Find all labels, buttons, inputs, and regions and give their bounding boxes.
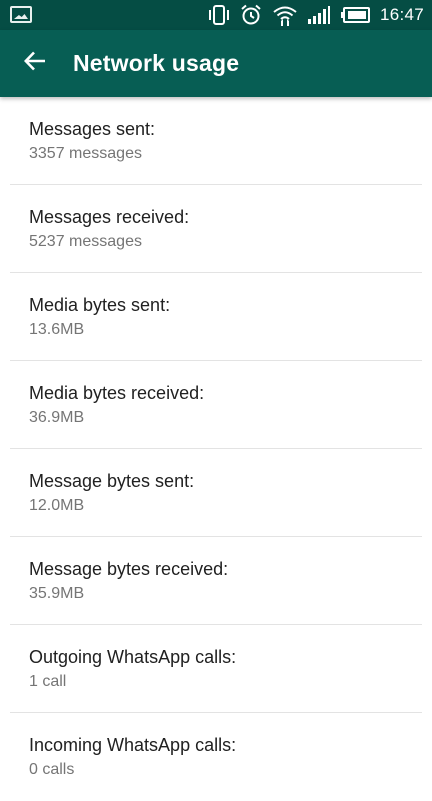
item-value: 5237 messages <box>29 233 142 250</box>
list-item-message-bytes-received: Message bytes received: 35.9MB <box>0 537 432 625</box>
list-item-media-bytes-received: Media bytes received: 36.9MB <box>0 361 432 449</box>
list-item-message-bytes-sent: Message bytes sent: 12.0MB <box>0 449 432 537</box>
clock: 16:47 <box>379 5 424 24</box>
signal-icon <box>307 6 330 24</box>
vibrate-icon <box>208 5 230 25</box>
item-value: 12.0MB <box>29 497 85 514</box>
list-item-incoming-calls: Incoming WhatsApp calls: 0 calls <box>0 713 432 801</box>
status-icons: 16:47 <box>208 0 424 30</box>
item-label: Incoming WhatsApp calls: <box>29 735 237 755</box>
battery-icon <box>340 7 370 23</box>
list-item-media-bytes-sent: Media bytes sent: 13.6MB <box>0 273 432 361</box>
back-button[interactable] <box>14 42 56 84</box>
list-item-messages-sent: Messages sent: 3357 messages <box>0 97 432 185</box>
list-item-messages-received: Messages received: 5237 messages <box>0 185 432 273</box>
item-value: 0 calls <box>29 761 75 778</box>
item-label: Messages sent: <box>29 119 156 139</box>
item-value: 13.6MB <box>29 321 85 338</box>
status-bar: 16:47 <box>0 0 432 30</box>
gallery-icon <box>10 6 32 23</box>
item-value: 3357 messages <box>29 145 142 162</box>
item-label: Media bytes sent: <box>29 295 171 315</box>
item-value: 35.9MB <box>29 585 85 602</box>
item-label: Message bytes received: <box>29 559 229 579</box>
item-label: Media bytes received: <box>29 383 205 403</box>
page-title: Network usage <box>73 50 240 76</box>
list-item-outgoing-calls: Outgoing WhatsApp calls: 1 call <box>0 625 432 713</box>
item-label: Outgoing WhatsApp calls: <box>29 647 237 667</box>
item-label: Message bytes sent: <box>29 471 195 491</box>
item-value: 1 call <box>29 673 67 690</box>
item-label: Messages received: <box>29 207 190 227</box>
network-usage-list: Messages sent: 3357 messages Messages re… <box>0 97 432 801</box>
app-bar: Network usage <box>0 30 432 97</box>
wifi-icon <box>272 4 298 26</box>
back-arrow-icon <box>23 50 46 77</box>
alarm-icon <box>240 4 262 26</box>
item-value: 36.9MB <box>29 409 85 426</box>
